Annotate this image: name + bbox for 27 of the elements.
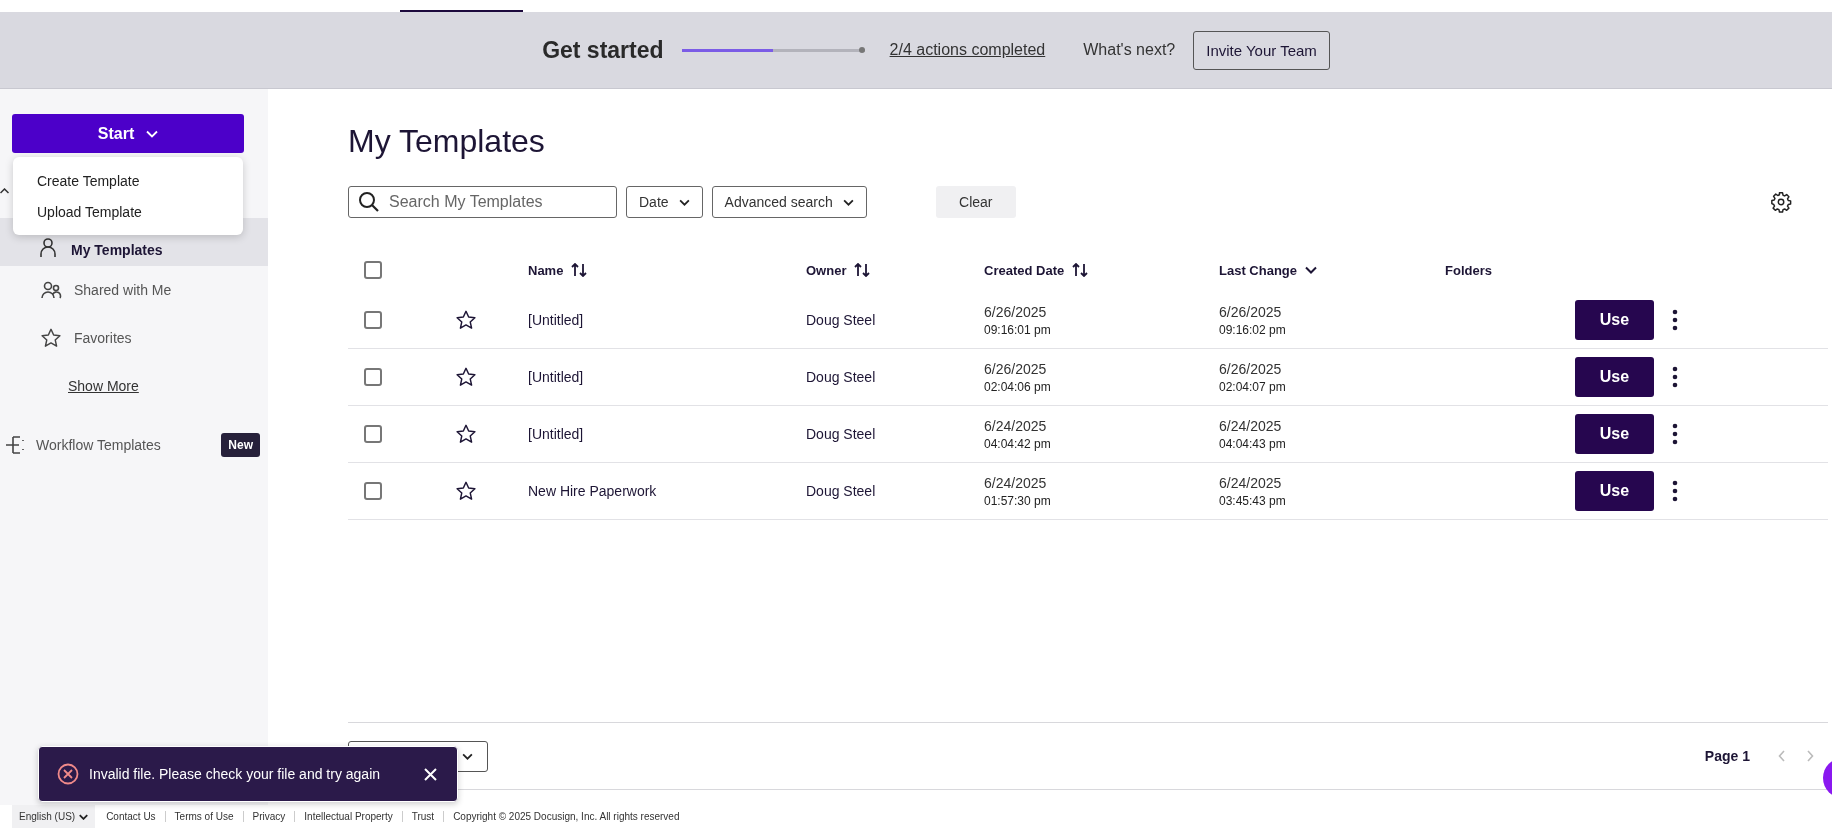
whats-next-label: What's next? <box>1083 41 1176 59</box>
date-cell-text: 6/26/2025 <box>984 360 1048 377</box>
owner-cell: Doug Steel <box>806 369 876 385</box>
date-cell-text: 6/24/2025 <box>984 417 1048 434</box>
time-cell-text: 04:04:43 pm <box>1219 436 1287 451</box>
time-cell-text: 04:04:42 pm <box>984 436 1052 451</box>
date-cell-text: 6/24/2025 <box>984 474 1048 491</box>
time-cell-text: 02:04:07 pm <box>1219 379 1287 394</box>
owner-cell: Doug Steel <box>806 483 876 499</box>
banner-title: Get started <box>542 36 664 64</box>
owner-cell: Doug Steel <box>806 312 876 328</box>
owner-cell: Doug Steel <box>806 426 876 442</box>
time-cell-text: 02:04:06 pm <box>984 379 1052 394</box>
date-cell-text: 6/26/2025 <box>1219 303 1283 320</box>
time-cell-text: 01:57:30 pm <box>984 493 1052 508</box>
date-cell-text: 6/26/2025 <box>1219 360 1283 377</box>
toast-message: Invalid file. Please check your file and try again <box>89 766 382 782</box>
page-title: My Templates <box>348 122 546 161</box>
time-cell-text: 09:16:01 pm <box>984 322 1052 337</box>
copyright-text: Copyright © 2025 Docusign, Inc. All rights reserved <box>452 811 680 822</box>
date-cell-text: 6/24/2025 <box>1219 417 1283 434</box>
time-cell-text: 03:45:43 pm <box>1219 493 1287 508</box>
page-indicator: Page 1 <box>1704 748 1750 764</box>
date-cell-text: 6/26/2025 <box>984 303 1048 320</box>
date-cell-text: 6/24/2025 <box>1219 474 1283 491</box>
time-cell-text: 09:16:02 pm <box>1219 322 1287 337</box>
new-badge: New <box>221 433 260 457</box>
